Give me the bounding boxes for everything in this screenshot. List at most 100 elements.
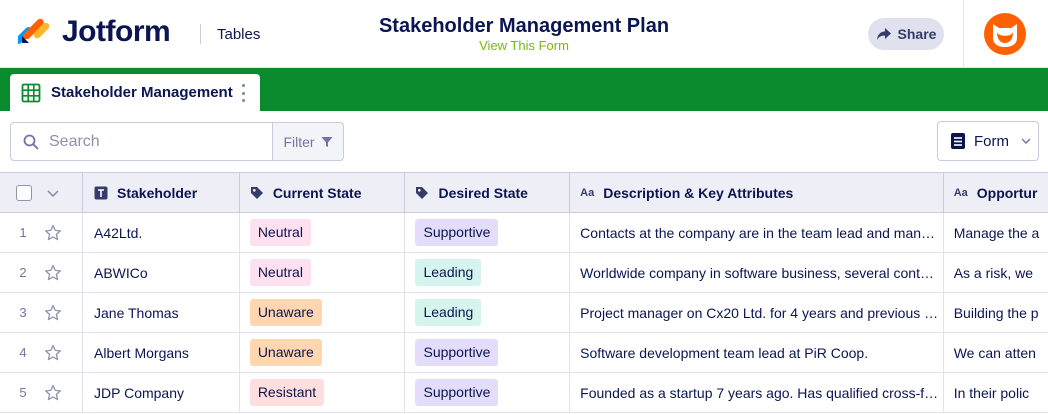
cell-text: Manage the a (953, 224, 1040, 241)
cell-current-state[interactable]: Unaware (240, 293, 406, 332)
tables-link[interactable]: Tables (217, 25, 260, 45)
cell-text: Jane Thomas (94, 304, 179, 321)
star-icon[interactable] (44, 304, 62, 322)
text-field-icon (94, 186, 108, 200)
filter-button[interactable]: Filter (272, 122, 344, 161)
search-input[interactable] (49, 132, 249, 151)
form-icon (951, 133, 965, 149)
column-label: Stakeholder (117, 184, 198, 201)
star-icon[interactable] (44, 344, 62, 362)
cell-opportunities[interactable]: Manage the a (944, 213, 1048, 252)
long-text-icon: Aa (953, 186, 968, 199)
row-number: 2 (19, 265, 27, 280)
cell-stakeholder[interactable]: Albert Morgans (83, 333, 240, 372)
top-header: Jotform Tables Stakeholder Management Pl… (0, 0, 1048, 68)
cell-text: Project manager on Cx20 Ltd. for 4 years… (580, 304, 940, 321)
status-badge: Unaware (249, 299, 322, 326)
cell-current-state[interactable]: Neutral (240, 253, 406, 292)
star-icon[interactable] (44, 224, 62, 242)
header-divider (200, 24, 201, 44)
cell-stakeholder[interactable]: JDP Company (83, 373, 240, 412)
cell-text: ABWICo (94, 264, 148, 281)
column-header-stakeholder[interactable]: Stakeholder (83, 173, 240, 212)
cell-desired-state[interactable]: Leading (405, 293, 571, 332)
cell-description[interactable]: Contacts at the company are in the team … (570, 213, 944, 252)
cell-opportunities[interactable]: We can atten (944, 333, 1048, 372)
tab-stakeholder-management[interactable]: Stakeholder Management (10, 74, 260, 111)
chevron-down-icon[interactable] (46, 186, 60, 200)
status-badge: Supportive (415, 219, 499, 246)
long-text-icon: Aa (580, 186, 595, 199)
logo-wordmark[interactable]: Jotform (62, 14, 171, 50)
jotform-logo-icon[interactable] (18, 14, 52, 48)
cell-text: A42Ltd. (94, 224, 143, 241)
cell-desired-state[interactable]: Supportive (405, 333, 571, 372)
user-avatar[interactable] (984, 13, 1026, 55)
cell-current-state[interactable]: Unaware (240, 333, 406, 372)
table-grid-icon (21, 83, 41, 102)
status-badge: Resistant (249, 379, 325, 406)
cell-text: In their polic (953, 384, 1030, 401)
cell-text: Worldwide company in software business, … (580, 264, 940, 281)
cell-current-state[interactable]: Resistant (240, 373, 406, 412)
cell-stakeholder[interactable]: Jane Thomas (83, 293, 240, 332)
row-index-cell: 4 (0, 333, 83, 372)
cell-desired-state[interactable]: Supportive (405, 213, 571, 252)
share-label: Share (897, 26, 937, 42)
cell-text: Albert Morgans (94, 344, 189, 361)
tab-label: Stakeholder Management (51, 84, 233, 101)
form-view-button[interactable]: Form (937, 121, 1039, 161)
row-index-cell: 1 (0, 213, 83, 252)
column-label: Description & Key Attributes (603, 184, 794, 201)
chevron-down-icon (1021, 138, 1031, 144)
cell-text: Founded as a startup 7 years ago. Has qu… (580, 384, 940, 401)
search-box (10, 122, 274, 161)
column-header-current-state[interactable]: Current State (240, 173, 406, 212)
cell-description[interactable]: Founded as a startup 7 years ago. Has qu… (570, 373, 944, 412)
share-button[interactable]: Share (868, 18, 944, 50)
column-header-desired-state[interactable]: Desired State (405, 173, 571, 212)
table-row[interactable]: 4 Albert Morgans Unaware Supportive Software… (0, 333, 1048, 373)
status-badge: Unaware (249, 339, 322, 366)
cell-text: Building the p (953, 304, 1039, 321)
row-index-cell: 3 (0, 293, 83, 332)
cell-desired-state[interactable]: Supportive (405, 373, 571, 412)
cell-stakeholder[interactable]: ABWICo (83, 253, 240, 292)
data-table: Stakeholder Current State Desired State … (0, 172, 1048, 414)
table-row[interactable]: 1 A42Ltd. Neutral Supportive Contacts at the… (0, 213, 1048, 253)
cell-text: As a risk, we (953, 264, 1034, 281)
row-number: 5 (19, 385, 27, 400)
column-label: Current State (272, 184, 362, 201)
filter-icon (321, 136, 333, 147)
filter-label: Filter (283, 133, 315, 150)
star-icon[interactable] (44, 384, 62, 402)
podo-avatar-icon (993, 24, 1017, 47)
status-badge: Supportive (415, 339, 499, 366)
status-badge: Leading (415, 259, 482, 286)
table-row[interactable]: 3 Jane Thomas Unaware Leading Project manage… (0, 293, 1048, 333)
cell-description[interactable]: Project manager on Cx20 Ltd. for 4 years… (570, 293, 944, 332)
column-header-opportunities[interactable]: Aa Opportur (944, 173, 1048, 212)
cell-opportunities[interactable]: Building the p (944, 293, 1048, 332)
cell-description[interactable]: Software development team lead at PiR Co… (570, 333, 944, 372)
tab-bar: Stakeholder Management (0, 68, 1048, 111)
row-index-cell: 2 (0, 253, 83, 292)
column-header-description[interactable]: Aa Description & Key Attributes (570, 173, 944, 212)
cell-stakeholder[interactable]: A42Ltd. (83, 213, 240, 252)
cell-current-state[interactable]: Neutral (240, 213, 406, 252)
column-label: Desired State (438, 184, 528, 201)
table-row[interactable]: 2 ABWICo Neutral Leading Worldwide company i… (0, 253, 1048, 293)
cell-description[interactable]: Worldwide company in software business, … (570, 253, 944, 292)
star-icon[interactable] (44, 264, 62, 282)
cell-desired-state[interactable]: Leading (405, 253, 571, 292)
select-all-checkbox[interactable] (16, 184, 32, 201)
cell-text: Software development team lead at PiR Co… (580, 344, 869, 361)
table-row[interactable]: 5 JDP Company Resistant Supportive Founded a… (0, 373, 1048, 413)
tab-more-icon[interactable] (240, 84, 246, 102)
form-view-label: Form (974, 132, 1009, 150)
status-badge: Supportive (415, 379, 499, 406)
cell-opportunities[interactable]: As a risk, we (944, 253, 1048, 292)
row-number: 3 (19, 305, 27, 320)
cell-text: We can atten (953, 344, 1036, 361)
cell-opportunities[interactable]: In their polic (944, 373, 1048, 412)
